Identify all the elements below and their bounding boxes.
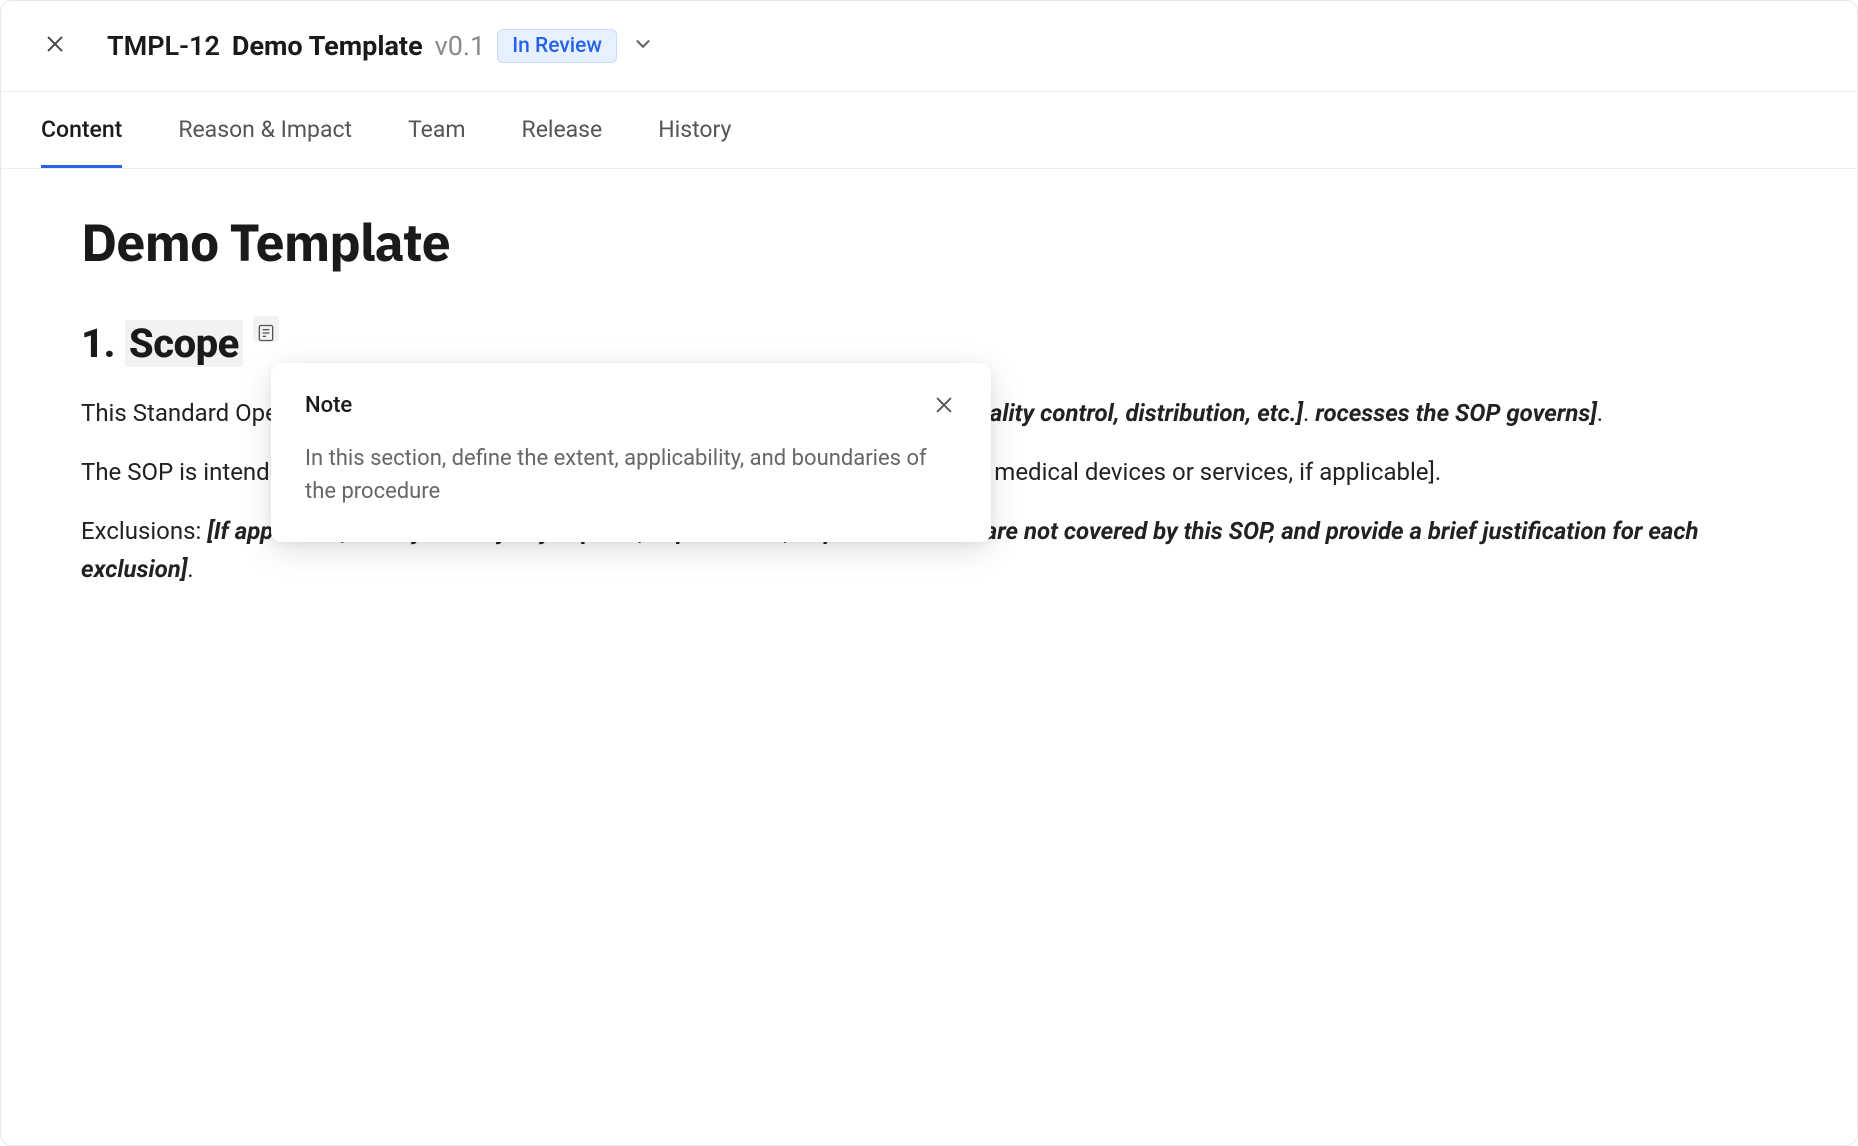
status-badge: In Review: [497, 29, 617, 63]
note-popover-title: Note: [305, 393, 352, 418]
close-button[interactable]: [41, 32, 69, 60]
close-icon: [44, 33, 66, 59]
page-header: TMPL-12 Demo Template v0.1 In Review: [1, 1, 1857, 92]
document-id: TMPL-12: [107, 30, 220, 62]
chevron-down-icon: [632, 33, 654, 59]
note-popover-close-button[interactable]: [933, 394, 957, 418]
note-popover-body: In this section, define the extent, appl…: [305, 442, 957, 508]
document-title: Demo Template: [81, 209, 1777, 276]
note-popover-header: Note: [305, 393, 957, 418]
tab-team[interactable]: Team: [408, 92, 466, 168]
tab-release[interactable]: Release: [522, 92, 603, 168]
document-name: Demo Template: [232, 30, 423, 62]
tab-reason-impact[interactable]: Reason & Impact: [178, 92, 352, 168]
document-version: v0.1: [435, 30, 486, 62]
close-icon: [933, 401, 955, 420]
note-icon: [256, 306, 276, 353]
tab-history[interactable]: History: [658, 92, 731, 168]
section-number: 1.: [81, 320, 115, 367]
section-heading-text: Scope: [125, 320, 243, 367]
title-group: TMPL-12 Demo Template v0.1 In Review: [107, 29, 657, 63]
tab-content[interactable]: Content: [41, 92, 122, 168]
tab-bar: Content Reason & Impact Team Release His…: [1, 92, 1857, 169]
note-popover: Note In this section, define the extent,…: [271, 363, 991, 542]
note-indicator-button[interactable]: [253, 316, 279, 342]
status-dropdown-button[interactable]: [629, 32, 657, 60]
section-heading: 1. Scope: [81, 320, 243, 367]
